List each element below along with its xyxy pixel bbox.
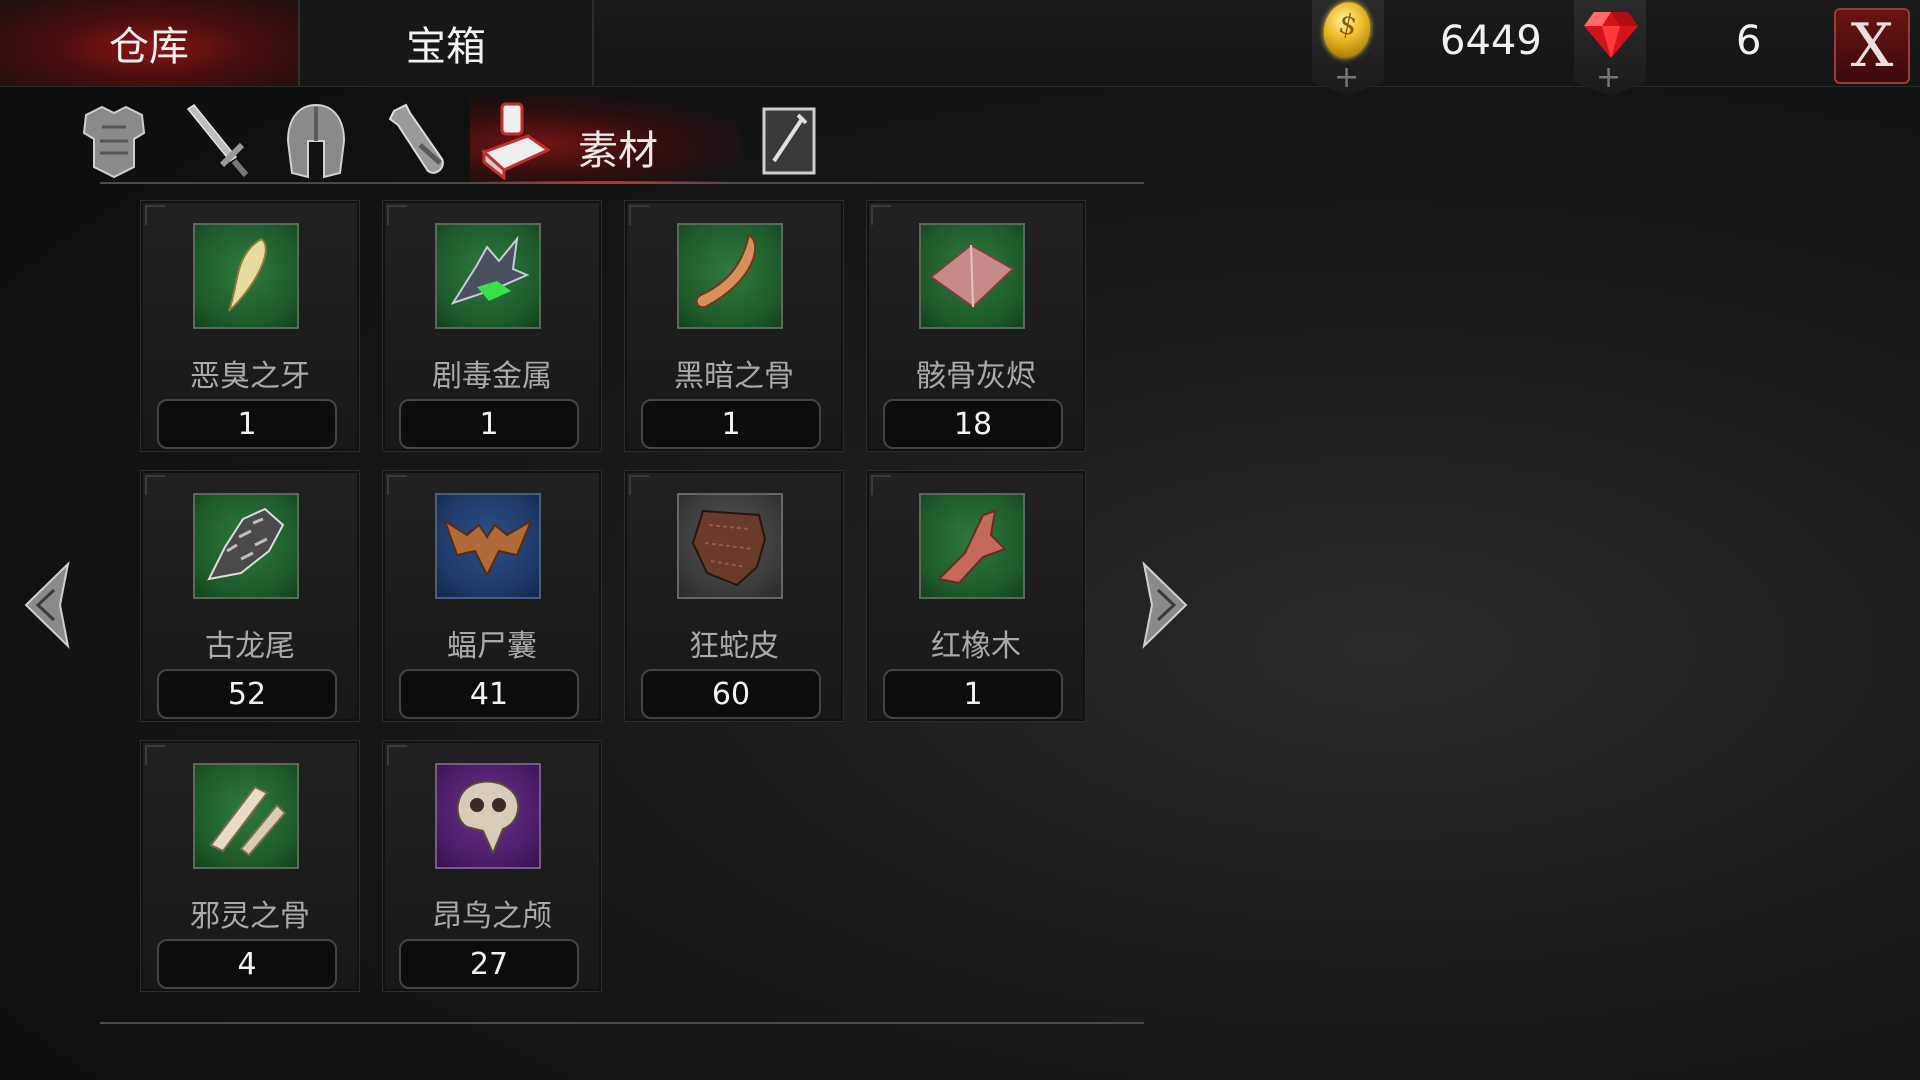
item-name: 剧毒金属 — [432, 359, 552, 394]
item-name: 古龙尾 — [205, 629, 295, 664]
item-name: 黑暗之骨 — [674, 359, 794, 394]
item-card[interactable]: 黑暗之骨 1 — [624, 200, 844, 452]
item-count: 52 — [157, 669, 337, 719]
dragon-tail-icon — [207, 507, 285, 581]
snake-skin-icon — [691, 509, 767, 587]
item-icon-frame — [435, 223, 541, 329]
close-button[interactable]: X — [1834, 8, 1910, 84]
item-card[interactable]: 骸骨灰烬 18 — [866, 200, 1086, 452]
next-page-arrow-icon[interactable] — [1138, 560, 1198, 650]
item-count: 1 — [399, 399, 579, 449]
item-icon-frame — [193, 763, 299, 869]
item-icon-frame — [677, 223, 783, 329]
add-gem-button[interactable]: + — [1574, 0, 1646, 96]
item-card[interactable]: 红橡木 1 — [866, 470, 1086, 722]
bat-corpse-icon — [443, 518, 534, 578]
item-icon-frame — [677, 493, 783, 599]
item-count: 1 — [157, 399, 337, 449]
bottom-divider — [100, 1022, 1144, 1024]
tab-chest[interactable]: 宝箱 — [300, 0, 594, 86]
gold-coin-icon: $ — [1318, 0, 1376, 63]
category-scroll[interactable] — [752, 100, 828, 180]
item-name: 骸骨灰烬 — [916, 359, 1036, 394]
gem-amount: 6 — [1736, 18, 1762, 64]
item-card[interactable]: 昂鸟之颅 27 — [382, 740, 602, 992]
category-helmet[interactable] — [278, 100, 354, 180]
item-count: 4 — [157, 939, 337, 989]
red-oak-icon — [936, 509, 1007, 585]
ruby-gem-icon — [1584, 12, 1638, 58]
card-corner — [145, 745, 165, 765]
item-count: 1 — [883, 669, 1063, 719]
bird-skull-icon — [456, 780, 520, 856]
item-icon-frame — [193, 223, 299, 329]
item-icon-frame — [193, 493, 299, 599]
item-icon-frame — [919, 223, 1025, 329]
sword-icon — [186, 103, 249, 177]
item-card[interactable]: 剧毒金属 1 — [382, 200, 602, 452]
item-count: 60 — [641, 669, 821, 719]
plus-icon: + — [1596, 60, 1622, 95]
item-card[interactable]: 邪灵之骨 4 — [140, 740, 360, 992]
fang-icon — [228, 237, 267, 312]
item-count: 1 — [641, 399, 821, 449]
scroll-icon — [762, 107, 816, 175]
card-corner — [871, 205, 891, 225]
tab-chest-label: 宝箱 — [406, 24, 486, 70]
category-potion[interactable] — [378, 100, 454, 180]
tab-warehouse-label: 仓库 — [109, 24, 189, 70]
category-active-underline — [470, 181, 740, 184]
card-corner — [145, 475, 165, 495]
item-card[interactable]: 古龙尾 52 — [140, 470, 360, 722]
card-corner — [387, 745, 407, 765]
card-corner — [387, 205, 407, 225]
item-name: 邪灵之骨 — [190, 899, 310, 934]
add-gold-button[interactable]: $ + — [1312, 0, 1384, 96]
item-count: 41 — [399, 669, 579, 719]
dark-bone-icon — [695, 233, 757, 309]
item-icon-frame — [919, 493, 1025, 599]
card-corner — [871, 475, 891, 495]
category-material-label: 素材 — [578, 128, 658, 174]
card-corner — [387, 475, 407, 495]
tab-warehouse[interactable]: 仓库 — [0, 0, 300, 86]
item-name: 恶臭之牙 — [190, 359, 310, 394]
helmet-icon — [286, 103, 346, 179]
potion-icon — [388, 103, 444, 174]
gold-amount: 6449 — [1440, 18, 1542, 64]
item-name: 蝠尸囊 — [447, 629, 537, 664]
previous-page-arrow-icon[interactable] — [14, 560, 74, 650]
evil-bone-icon — [209, 785, 287, 857]
item-icon-frame — [435, 763, 541, 869]
item-count: 18 — [883, 399, 1063, 449]
category-material[interactable] — [478, 100, 554, 180]
card-corner — [145, 205, 165, 225]
item-card[interactable]: 恶臭之牙 1 — [140, 200, 360, 452]
item-card[interactable]: 狂蛇皮 60 — [624, 470, 844, 722]
item-name: 红橡木 — [931, 629, 1021, 664]
card-corner — [629, 475, 649, 495]
category-armor[interactable] — [76, 100, 152, 180]
item-count: 27 — [399, 939, 579, 989]
armor-icon — [82, 105, 146, 179]
top-bar: 仓库 宝箱 $ + 6449 + 6 X — [0, 0, 1920, 96]
item-name: 昂鸟之颅 — [432, 899, 552, 934]
category-weapon[interactable] — [176, 100, 252, 180]
bone-ash-icon — [929, 243, 1015, 309]
item-icon-frame — [435, 493, 541, 599]
plus-icon: + — [1334, 60, 1360, 95]
item-name: 狂蛇皮 — [689, 629, 779, 664]
card-corner — [629, 205, 649, 225]
toxic-metal-icon — [450, 235, 530, 305]
item-card[interactable]: 蝠尸囊 41 — [382, 470, 602, 722]
material-icon — [481, 102, 552, 180]
